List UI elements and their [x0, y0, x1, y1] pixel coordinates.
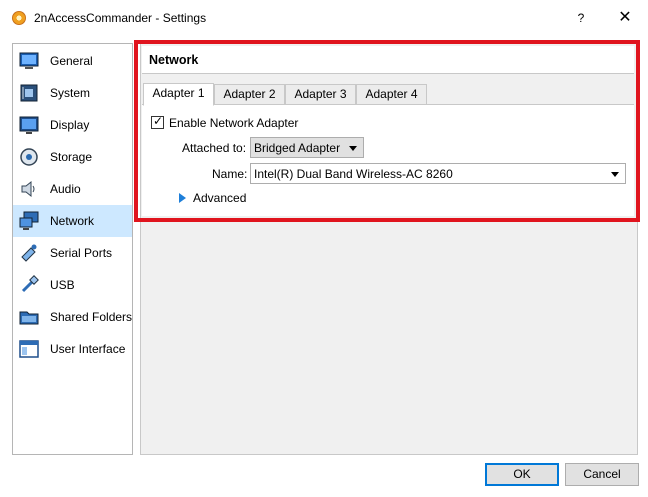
sidebar-item-shared-folders[interactable]: Shared Folders — [13, 301, 132, 333]
sidebar-item-label: Shared Folders — [50, 310, 133, 324]
sidebar-item-label: Network — [50, 214, 95, 228]
sidebar-item-network[interactable]: Network — [13, 205, 132, 237]
sidebar-item-label: Storage — [50, 150, 93, 164]
sidebar-item-label: USB — [50, 278, 75, 292]
cancel-button[interactable]: Cancel — [565, 463, 639, 486]
settings-sidebar: General System Display Storage Audio Net… — [12, 43, 133, 455]
display-icon — [19, 116, 39, 134]
sidebar-item-label: Serial Ports — [50, 246, 113, 260]
window-title: 2nAccessCommander - Settings — [34, 11, 207, 25]
system-icon — [20, 84, 38, 102]
sidebar-item-general[interactable]: General — [13, 45, 132, 77]
shared-folders-icon — [19, 311, 39, 325]
app-logo-icon — [12, 11, 26, 25]
usb-icon — [21, 275, 39, 293]
general-icon — [19, 52, 39, 69]
title-bar: 2nAccessCommander - Settings ? ✕ — [0, 0, 648, 36]
sidebar-item-storage[interactable]: Storage — [13, 141, 132, 173]
sidebar-item-serial-ports[interactable]: Serial Ports — [13, 237, 132, 269]
sidebar-item-display[interactable]: Display — [13, 109, 132, 141]
sidebar-item-label: Audio — [50, 182, 81, 196]
sidebar-item-audio[interactable]: Audio — [13, 173, 132, 205]
sidebar-item-usb[interactable]: USB — [13, 269, 132, 301]
help-button[interactable]: ? — [571, 8, 591, 28]
sidebar-item-label: Display — [50, 118, 90, 132]
storage-icon — [20, 148, 38, 166]
close-button[interactable]: ✕ — [614, 8, 636, 28]
sidebar-item-system[interactable]: System — [13, 77, 132, 109]
user-interface-icon — [19, 340, 39, 358]
network-icon — [19, 211, 39, 230]
highlight-frame — [134, 40, 640, 222]
audio-icon — [21, 180, 35, 198]
ok-button[interactable]: OK — [485, 463, 559, 486]
sidebar-item-user-interface[interactable]: User Interface — [13, 333, 132, 365]
sidebar-item-label: User Interface — [50, 342, 126, 356]
sidebar-item-label: General — [50, 54, 93, 68]
serial-ports-icon — [21, 244, 37, 262]
sidebar-item-label: System — [50, 86, 91, 100]
